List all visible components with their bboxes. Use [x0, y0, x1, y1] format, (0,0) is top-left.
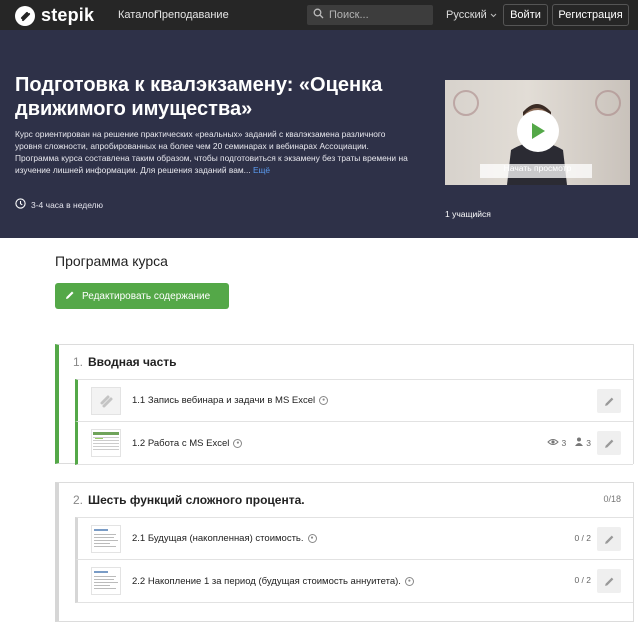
language-label: Русский — [446, 9, 487, 21]
lesson-title-text: 2.2 Накопление 1 за период (будущая стои… — [132, 575, 401, 587]
play-icon — [532, 123, 545, 139]
lesson-progress-text: 0 / 2 — [574, 575, 591, 585]
lesson-title-text: 2.1 Будущая (накопленная) стоимость. — [132, 533, 304, 544]
section-title: Вводная часть — [88, 355, 177, 369]
lesson-thumbnail — [91, 524, 121, 553]
pencil-icon — [604, 397, 613, 406]
section-2: 2. Шесть функций сложного процента. 0/18… — [55, 482, 634, 622]
section-progress: 0/18 — [603, 494, 621, 504]
lesson-thumbnail — [91, 567, 121, 595]
login-label: Войти — [510, 9, 541, 21]
lesson-row[interactable]: 1.1 Запись вебинара и задачи в MS Excel … — [75, 379, 633, 422]
lesson-title: 1.2 Работа с MS Excel ● — [132, 437, 243, 449]
search-icon — [313, 6, 324, 24]
pencil-icon — [604, 577, 613, 586]
section-1: 1. Вводная часть 1.1 Запись вебинара и з… — [55, 344, 634, 465]
brand-name: stepik — [41, 5, 95, 25]
pencil-icon — [65, 290, 75, 303]
document-thumbnail-icon — [94, 571, 118, 589]
section-number: 1. — [73, 355, 84, 369]
workload: 3-4 часа в неделю — [15, 198, 103, 211]
edit-lesson-button[interactable] — [597, 527, 621, 551]
lesson-title: 1.1 Запись вебинара и задачи в MS Excel … — [132, 395, 329, 406]
section-number: 2. — [73, 493, 84, 507]
lesson-progress: 0 / 2 — [574, 533, 591, 543]
pencil-icon — [604, 535, 613, 544]
start-watching-label: Начать просмотр — [503, 163, 572, 173]
lock-icon: ● — [404, 576, 414, 586]
video-preview[interactable]: Начать просмотр — [445, 80, 630, 185]
lesson-row[interactable]: 2.1 Будущая (накопленная) стоимость. ● 0… — [75, 517, 633, 560]
section-title: Шесть функций сложного процента. — [88, 493, 305, 507]
eye-icon — [546, 438, 559, 448]
course-description-text: Курс ориентирован на решение практически… — [15, 129, 408, 175]
course-description: Курс ориентирован на решение практически… — [15, 128, 410, 176]
show-more-link[interactable]: Ещё — [253, 165, 270, 175]
search-box[interactable] — [307, 5, 433, 25]
lesson-title-text: 1.1 Запись вебинара и задачи в MS Excel — [132, 395, 316, 406]
section-header[interactable]: 2. Шесть функций сложного процента. 0/18 — [59, 483, 633, 517]
top-navigation: stepik Каталог Преподавание Русский Войт… — [0, 0, 638, 30]
edit-content-label: Редактировать содержание — [82, 290, 211, 302]
course-hero: Подготовка к квалэкзамену: «Оценка движи… — [0, 30, 638, 238]
lesson-row[interactable]: 1.2 Работа с MS Excel ● 3 3 — [75, 422, 633, 465]
pencil-icon — [604, 439, 613, 448]
chevron-down-icon — [490, 9, 497, 21]
language-selector[interactable]: Русский — [446, 9, 497, 21]
views-count: 3 — [561, 437, 567, 448]
document-thumbnail-icon — [94, 528, 118, 547]
lesson-title: 2.1 Будущая (накопленная) стоимость. ● — [132, 533, 317, 544]
lesson-title: 2.2 Накопление 1 за период (будущая стои… — [132, 576, 414, 587]
section-header[interactable]: 1. Вводная часть — [59, 345, 633, 379]
login-button[interactable]: Войти — [503, 4, 548, 26]
lesson-progress: 0 / 2 — [574, 575, 591, 585]
lock-icon: ● — [307, 534, 317, 543]
lesson-thumbnail — [91, 386, 121, 415]
clock-icon — [15, 198, 26, 211]
lesson-title-text: 1.2 Работа с MS Excel — [132, 437, 230, 449]
lock-icon: ● — [233, 438, 243, 448]
lesson-stats: 3 3 — [546, 437, 591, 448]
stepik-logo[interactable]: stepik — [15, 5, 94, 26]
user-icon — [575, 437, 584, 448]
spreadsheet-thumbnail-icon — [93, 432, 119, 450]
edit-lesson-button[interactable] — [597, 431, 621, 455]
edit-lesson-button[interactable] — [597, 389, 621, 413]
register-button[interactable]: Регистрация — [552, 4, 629, 26]
search-input[interactable] — [329, 9, 425, 21]
nav-catalog-link[interactable]: Каталог — [118, 9, 158, 21]
course-title: Подготовка к квалэкзамену: «Оценка движи… — [15, 74, 383, 120]
lock-icon: ● — [319, 396, 329, 405]
emblem-right — [595, 90, 621, 116]
register-label: Регистрация — [558, 9, 623, 21]
play-button[interactable] — [517, 110, 559, 152]
stepik-placeholder-icon — [100, 395, 113, 407]
workload-text: 3-4 часа в неделю — [31, 199, 103, 210]
lesson-progress-text: 0 / 2 — [574, 533, 591, 543]
learners-count: 1 учащийся — [445, 209, 491, 219]
stepik-logo-icon — [15, 5, 35, 26]
program-title: Программа курса — [55, 253, 168, 269]
users-count: 3 — [586, 437, 591, 448]
lesson-row[interactable]: 2.2 Накопление 1 за период (будущая стои… — [75, 560, 633, 603]
edit-lesson-button[interactable] — [597, 569, 621, 593]
emblem-left — [453, 90, 479, 116]
lesson-thumbnail — [91, 429, 121, 457]
edit-content-button[interactable]: Редактировать содержание — [55, 283, 229, 309]
nav-teaching-link[interactable]: Преподавание — [154, 9, 229, 21]
